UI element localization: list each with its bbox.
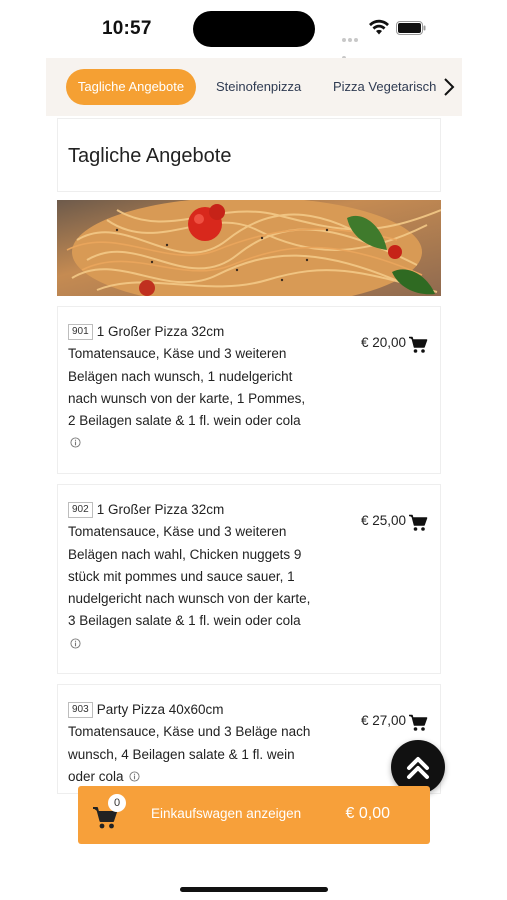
- section-title: Tagliche Angebote: [68, 145, 232, 167]
- product-number: 901: [68, 324, 93, 340]
- signal-dots-icon: [342, 29, 364, 60]
- product-description: Tomatensauce, Käse und 3 Beläge nach wun…: [68, 724, 311, 784]
- category-banner-image: [57, 200, 441, 296]
- add-to-cart-icon[interactable]: [408, 514, 428, 532]
- add-to-cart-icon[interactable]: [408, 336, 428, 354]
- battery-icon: [396, 21, 426, 35]
- home-indicator: [180, 887, 328, 892]
- info-icon[interactable]: [129, 771, 140, 782]
- view-cart-label: Einkaufswagen anzeigen: [151, 806, 302, 821]
- product-price: € 25,00: [360, 513, 406, 528]
- product-description: Tomatensauce, Käse und 3 weiteren Beläge…: [68, 346, 306, 429]
- product-description: Tomatensauce, Käse und 3 weiteren Beläge…: [68, 524, 311, 629]
- add-to-cart-icon[interactable]: [408, 714, 428, 732]
- wifi-icon: [369, 19, 389, 35]
- product-number: 902: [68, 502, 93, 518]
- view-cart-button[interactable]: 0 Einkaufswagen anzeigen € 0,00: [78, 786, 430, 844]
- dynamic-island: [193, 11, 315, 47]
- product-name: 1 Großer Pizza 32cm: [96, 324, 225, 339]
- product-text: 902 1 Großer Pizza 32cm Tomatensauce, Käs…: [68, 499, 313, 655]
- product-card[interactable]: 902 1 Großer Pizza 32cm Tomatensauce, Käs…: [57, 484, 441, 674]
- info-icon[interactable]: [70, 437, 81, 449]
- status-time: 10:57: [102, 18, 152, 39]
- product-name: 1 Großer Pizza 32cm: [96, 502, 225, 517]
- product-name: Party Pizza 40x60cm: [96, 702, 224, 717]
- product-text: 901 1 Großer Pizza 32cm Tomatensauce, Käs…: [68, 321, 313, 455]
- product-price: € 27,00: [360, 713, 406, 728]
- tab-tagliche-angebote[interactable]: Tagliche Angebote: [66, 69, 196, 105]
- section-title-card: Tagliche Angebote: [57, 118, 441, 192]
- tab-steinofenpizza[interactable]: Steinofenpizza: [216, 69, 301, 105]
- cart-count-badge: 0: [108, 794, 126, 812]
- product-card[interactable]: 903 Party Pizza 40x60cm Tomatensauce, Käs…: [57, 684, 441, 794]
- cart-total: € 0,00: [345, 805, 390, 822]
- tab-pizza-vegetarisch[interactable]: Pizza Vegetarisch: [333, 69, 436, 105]
- product-text: 903 Party Pizza 40x60cm Tomatensauce, Käs…: [68, 699, 313, 788]
- chevron-right-icon[interactable]: [439, 76, 459, 98]
- product-card[interactable]: 901 1 Großer Pizza 32cm Tomatensauce, Käs…: [57, 306, 441, 474]
- status-bar: 10:57: [0, 0, 507, 60]
- product-number: 903: [68, 702, 93, 718]
- category-tabs: Tagliche Angebote Steinofenpizza Pizza V…: [46, 58, 462, 116]
- product-price: € 20,00: [360, 335, 406, 350]
- info-icon[interactable]: [70, 638, 81, 649]
